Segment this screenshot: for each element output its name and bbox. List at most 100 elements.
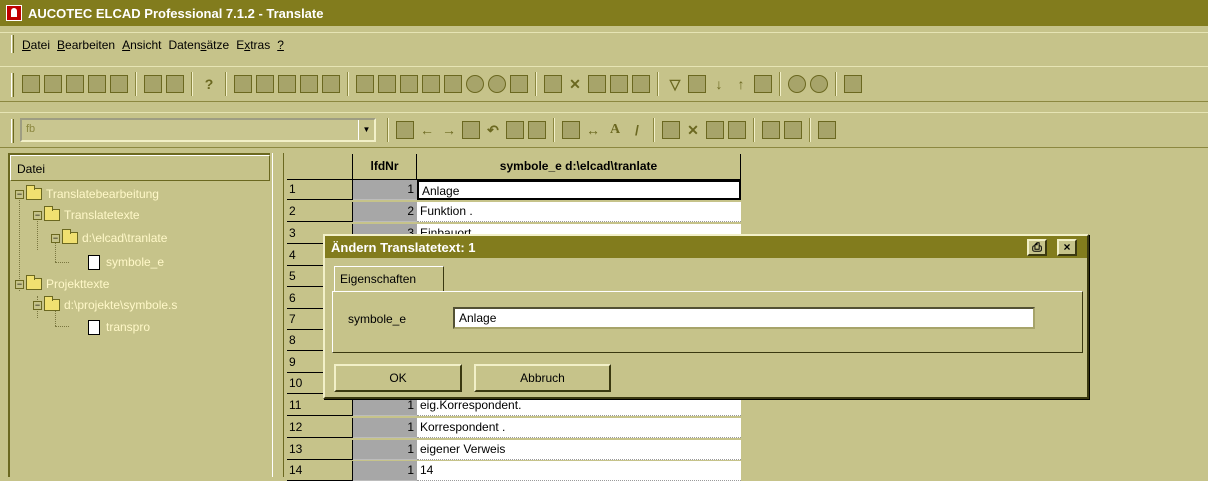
column-header-lfdnr[interactable]: lfdNr	[353, 154, 417, 180]
sort-desc-icon[interactable]: ↑	[732, 75, 750, 93]
view-table-icon[interactable]	[234, 75, 252, 93]
table-icon[interactable]	[422, 75, 440, 93]
toolbar-grip[interactable]	[11, 73, 14, 97]
lfdnr-cell[interactable]: 1	[353, 180, 417, 200]
menu-datei[interactable]: Datei	[22, 38, 50, 52]
refresh2-icon[interactable]	[462, 121, 480, 139]
tab-eigenschaften[interactable]: Eigenschaften	[334, 266, 444, 292]
users-icon[interactable]	[356, 75, 374, 93]
transfer-icon[interactable]	[400, 75, 418, 93]
abc-icon[interactable]	[300, 75, 318, 93]
tree-node-symbole-e[interactable]: symbole_e	[88, 253, 164, 271]
delete-record-icon[interactable]: ✕	[566, 75, 584, 93]
symbole-e-cell[interactable]: eig.Korrespondent.	[417, 396, 741, 416]
folder-open-icon[interactable]	[66, 75, 84, 93]
print-preview-icon[interactable]	[166, 75, 184, 93]
ok-button[interactable]: OK	[334, 364, 462, 392]
spell-icon[interactable]	[506, 121, 524, 139]
menubar-grip[interactable]	[11, 35, 14, 53]
new-icon[interactable]	[44, 75, 62, 93]
spell2-icon[interactable]	[528, 121, 546, 139]
open-icon[interactable]	[22, 75, 40, 93]
symbol-icon[interactable]	[662, 121, 680, 139]
lfdnr-cell[interactable]: 1	[353, 396, 417, 416]
help-icon[interactable]: ?	[200, 75, 218, 93]
arrow-right-icon[interactable]: →	[440, 121, 458, 139]
book-icon[interactable]	[444, 75, 462, 93]
tree-node-transpro[interactable]: transpro	[88, 318, 150, 336]
symbole-e-cell[interactable]: Anlage	[417, 180, 741, 200]
collapse-icon[interactable]: −	[15, 189, 24, 199]
symbole-e-cell[interactable]: Korrespondent .	[417, 418, 741, 438]
find-icon[interactable]	[844, 75, 862, 93]
lfdnr-cell[interactable]: 1	[353, 440, 417, 460]
symbole-e-cell[interactable]: 14	[417, 461, 741, 481]
paste-icon[interactable]	[728, 121, 746, 139]
refresh-icon[interactable]	[754, 75, 772, 93]
view-form-icon[interactable]	[256, 75, 274, 93]
menu-ansicht[interactable]: Ansicht	[122, 38, 161, 52]
cross-icon[interactable]: ✕	[684, 121, 702, 139]
lfdnr-cell[interactable]: 1	[353, 461, 417, 481]
sort-asc-icon[interactable]: ↓	[710, 75, 728, 93]
tree-node-elcad-tranlate[interactable]: − d:\elcad\tranlate	[51, 229, 167, 247]
page-icon[interactable]	[396, 121, 414, 139]
menu-help[interactable]: ?	[277, 38, 284, 52]
edit-record-icon[interactable]	[610, 75, 628, 93]
row-header[interactable]: 1	[287, 180, 353, 200]
menu-datensaetze[interactable]: Datensätze	[168, 38, 229, 52]
collapse-icon[interactable]: −	[33, 210, 42, 220]
pin-icon[interactable]	[488, 75, 506, 93]
close-icon[interactable]: ×	[1057, 239, 1077, 256]
app-icon[interactable]	[6, 5, 22, 21]
print-icon[interactable]: ⎙	[1027, 239, 1047, 256]
dimension-icon[interactable]: ↔	[584, 121, 602, 139]
lfdnr-cell[interactable]: 1	[353, 418, 417, 438]
chevron-down-icon[interactable]: ▼	[358, 120, 374, 140]
tree-node-translatetexte[interactable]: − Translatetexte	[33, 206, 140, 224]
slash-icon[interactable]: /	[628, 121, 646, 139]
symbole-e-cell[interactable]: eigener Verweis	[417, 440, 741, 460]
grid-corner[interactable]	[287, 154, 353, 180]
zoom-in-icon[interactable]	[788, 75, 806, 93]
zoom-out-icon[interactable]	[810, 75, 828, 93]
copy-record-icon[interactable]	[588, 75, 606, 93]
row-header[interactable]: 13	[287, 440, 353, 460]
tree-header[interactable]: Datei	[10, 155, 270, 181]
filter-edit-icon[interactable]	[688, 75, 706, 93]
ab-icon[interactable]	[510, 75, 528, 93]
lfdnr-cell[interactable]: 2	[353, 202, 417, 222]
panel-splitter[interactable]	[272, 153, 284, 477]
symbole-e-cell[interactable]: Funktion .	[417, 202, 741, 222]
print-icon[interactable]	[144, 75, 162, 93]
save-icon[interactable]	[110, 75, 128, 93]
filter-icon[interactable]: ▽	[666, 75, 684, 93]
tree-node-projekttexte[interactable]: − Projekttexte	[15, 275, 109, 293]
list-icon[interactable]	[378, 75, 396, 93]
row-header[interactable]: 12	[287, 418, 353, 438]
line-icon[interactable]	[562, 121, 580, 139]
row-header[interactable]: 2	[287, 202, 353, 222]
row-header[interactable]: 11	[287, 396, 353, 416]
grid-icon[interactable]	[322, 75, 340, 93]
binoculars2-icon[interactable]	[784, 121, 802, 139]
symbole-e-field[interactable]: Anlage	[453, 307, 1035, 329]
view-form2-icon[interactable]	[278, 75, 296, 93]
collapse-icon[interactable]: −	[33, 300, 42, 310]
close-file-icon[interactable]	[88, 75, 106, 93]
layout-icon[interactable]	[818, 121, 836, 139]
toolbar2-grip[interactable]	[11, 119, 14, 143]
text-icon[interactable]: A	[606, 121, 624, 139]
row-header[interactable]: 14	[287, 461, 353, 481]
menu-extras[interactable]: Extras	[236, 38, 270, 52]
binoculars-icon[interactable]	[762, 121, 780, 139]
plug-icon[interactable]	[466, 75, 484, 93]
font-combo[interactable]: fb ▼	[20, 118, 376, 142]
record-properties-icon[interactable]	[632, 75, 650, 93]
collapse-icon[interactable]: −	[15, 279, 24, 289]
undo-icon[interactable]: ↶	[484, 121, 502, 139]
menu-bearbeiten[interactable]: Bearbeiten	[57, 38, 115, 52]
insert-record-icon[interactable]	[544, 75, 562, 93]
arrow-left-icon[interactable]: ←	[418, 121, 436, 139]
tree-node-translatebearbeitung[interactable]: − Translatebearbeitung	[15, 185, 159, 203]
